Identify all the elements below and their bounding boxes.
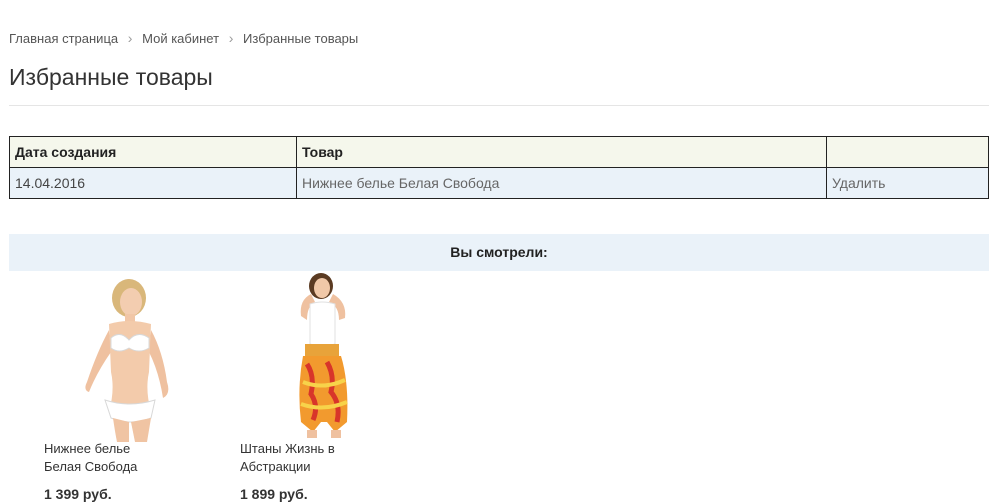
breadcrumb: Главная страница › Мой кабинет › Избранные т… <box>9 29 358 48</box>
breadcrumb-account-link[interactable]: Мой кабинет <box>142 31 219 46</box>
title-divider <box>9 105 989 106</box>
product-photo-pants-icon[interactable] <box>255 272 395 442</box>
viewed-product-name[interactable]: Штаны Жизнь в Абстракции <box>240 440 360 476</box>
wishlist-product-cell: Нижнее белье Белая Свобода <box>296 167 827 199</box>
breadcrumb-separator-icon: › <box>228 30 234 46</box>
wishlist-table: Дата создания Товар 14.04.2016 Нижнее бе… <box>9 136 989 199</box>
viewed-product-price: 1 399 руб. <box>44 486 112 502</box>
product-photo-lingerie-icon[interactable] <box>59 272 199 442</box>
wishlist-product-link[interactable]: Нижнее белье Белая Свобода <box>302 175 499 191</box>
page-title: Избранные товары <box>9 64 213 90</box>
column-header-action <box>826 136 989 168</box>
table-header-row: Дата создания Товар <box>9 136 989 168</box>
table-row: 14.04.2016 Нижнее белье Белая Свобода Уд… <box>9 167 989 199</box>
breadcrumb-separator-icon: › <box>127 30 133 46</box>
page: Главная страница › Мой кабинет › Избранные т… <box>9 0 989 503</box>
delete-button[interactable]: Удалить <box>832 175 885 191</box>
viewed-product-name[interactable]: Нижнее белье Белая Свобода <box>44 440 164 476</box>
viewed-product-price: 1 899 руб. <box>240 486 308 502</box>
breadcrumb-current: Избранные товары <box>243 31 359 46</box>
viewed-heading: Вы смотрели: <box>9 234 989 271</box>
breadcrumb-home-link[interactable]: Главная страница <box>9 31 118 46</box>
column-header-product: Товар <box>296 136 827 168</box>
column-header-date: Дата создания <box>9 136 297 168</box>
wishlist-action-cell: Удалить <box>826 167 989 199</box>
wishlist-date-cell: 14.04.2016 <box>9 167 297 199</box>
